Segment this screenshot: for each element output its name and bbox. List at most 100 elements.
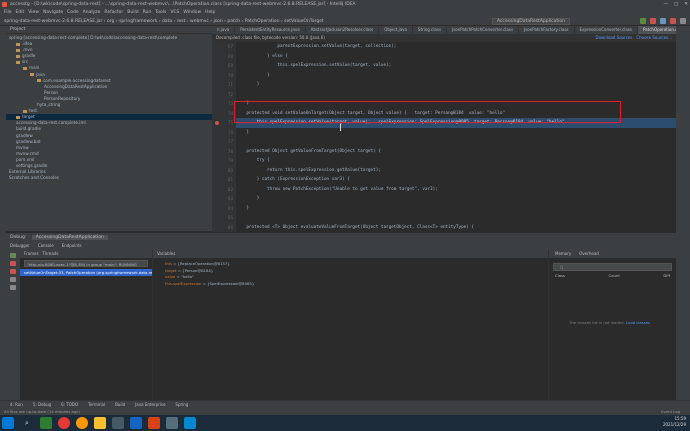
code-line[interactable]: throw new PatchException("Unable to get … [236, 185, 676, 195]
intellij-icon[interactable] [148, 417, 160, 429]
code-line[interactable] [236, 90, 676, 100]
choose-sources-link[interactable]: Choose Sources... [636, 35, 672, 40]
vscode-icon[interactable] [184, 417, 196, 429]
thread-select[interactable]: "http-nio-8080-exec-1"@8,384 in group "m… [24, 260, 148, 267]
tree-item-label: AccessingDataRestApplication [44, 83, 108, 89]
file-explorer-icon[interactable] [94, 417, 106, 429]
overhead-tab[interactable]: Overhead [579, 250, 599, 258]
menu-item[interactable]: Help [205, 9, 215, 17]
code-line[interactable]: } else { [236, 52, 676, 62]
app-icon[interactable] [166, 417, 178, 429]
editor-tab[interactable]: String.class [413, 26, 448, 34]
menu-item[interactable]: Navigate [43, 9, 63, 17]
minimize-button[interactable]: — [663, 0, 668, 9]
tool-window-button[interactable]: 6: TODO [61, 401, 78, 408]
menu-item[interactable]: Analyze [83, 9, 101, 17]
debug-session-tab[interactable]: AccessingDataRestApplication [31, 235, 108, 240]
code-line[interactable]: } [236, 71, 676, 81]
editor-tab[interactable]: JsonPatchPatchConverter.class [447, 26, 520, 34]
tool-window-button[interactable]: Build [115, 401, 125, 408]
class-column[interactable]: Class [555, 273, 565, 279]
firefox-icon[interactable] [76, 417, 88, 429]
project-panel-header[interactable]: Project [6, 26, 212, 34]
breadcrumb[interactable]: spring-data-rest-webmvc-2.6.8.RELEASE.ja… [4, 19, 324, 24]
start-menu-icon[interactable] [2, 417, 14, 429]
tree-item-label: PersonRepository [44, 95, 81, 101]
menu-item[interactable]: Build [127, 9, 138, 17]
menu-item[interactable]: View [28, 9, 39, 17]
run-config-select[interactable]: AccessingDataRestApplication [491, 18, 570, 25]
tool-window-button[interactable]: Java Enterprise [135, 401, 165, 408]
tree-item[interactable]: Scratches and Consoles [6, 175, 212, 181]
code-line[interactable]: } [236, 80, 676, 90]
editor-tab[interactable]: AbstractJackson2Resolver.class [306, 26, 380, 34]
taskbar-clock[interactable]: 15:59 2021/12/29 [663, 416, 686, 428]
code-line[interactable]: parentExpression.setValue(target, collec… [236, 42, 676, 52]
menu-item[interactable]: Edit [16, 9, 25, 17]
settings-icon[interactable] [10, 285, 16, 290]
variable-row[interactable]: this.spelExpression = {SpelExpression@80… [153, 281, 548, 288]
editor-tab[interactable]: Object.java [379, 26, 413, 34]
close-button[interactable]: ✕ [684, 0, 688, 9]
app-icon[interactable] [130, 417, 142, 429]
code-line[interactable] [236, 137, 676, 147]
tool-window-button[interactable]: Terminal [88, 401, 105, 408]
code-line[interactable]: return this.spelExpression.getValue(targ… [236, 166, 676, 176]
code-editor[interactable]: parentExpression.setValue(target, collec… [236, 42, 676, 232]
menu-item[interactable]: Code [67, 9, 79, 17]
editor-tab[interactable]: n.java [212, 26, 236, 34]
task-view-icon[interactable] [40, 417, 52, 429]
code-line[interactable] [236, 213, 676, 223]
code-line[interactable]: protected <T> Object evaluateValueFromTa… [236, 223, 676, 233]
frames-tab[interactable]: Frames [24, 251, 39, 256]
run-icon[interactable] [640, 18, 646, 24]
editor-tab[interactable]: PersistentEntityResource.java [235, 26, 306, 34]
code-line[interactable]: try { [236, 156, 676, 166]
resume-icon[interactable] [10, 253, 16, 258]
stop-icon[interactable] [10, 261, 16, 266]
code-line[interactable]: } catch (ExpressionException var3) { [236, 175, 676, 185]
menu-item[interactable]: Tools [155, 9, 166, 17]
code-line[interactable]: } [236, 204, 676, 214]
search-icon[interactable]: ⌕ [20, 417, 34, 429]
code-line[interactable]: } [236, 194, 676, 204]
code-line[interactable]: } [236, 128, 676, 138]
menu-item[interactable]: VCS [170, 9, 179, 17]
editor-tab[interactable]: PatchOperation.class [637, 26, 676, 34]
event-log-button[interactable]: Event Log [661, 408, 680, 415]
code-line[interactable]: this.spelExpression.setValue(target, val… [236, 61, 676, 71]
threads-tab[interactable]: Threads [42, 251, 58, 256]
search-icon[interactable] [680, 18, 686, 24]
count-column[interactable]: Count [609, 273, 620, 279]
editor-tab[interactable]: JsonPatchFactory.class [519, 26, 575, 34]
debug-tab[interactable]: Debugger [10, 241, 30, 250]
menu-item[interactable]: Run [143, 9, 152, 17]
stop-icon[interactable] [670, 18, 676, 24]
line-number-gutter[interactable]: 67 68 69 70 71 72 73 74 75 76 77 78 79 80 81 82 83 84 85 86… [212, 42, 236, 232]
menu-item[interactable]: Refactor [104, 9, 123, 17]
code-line[interactable]: protected Object getValueFromTarget(Obje… [236, 147, 676, 157]
load-classes-link[interactable]: Load classes [626, 320, 650, 325]
breakpoints-icon[interactable] [10, 269, 16, 274]
menu-item[interactable]: File [4, 9, 12, 17]
coverage-icon[interactable] [660, 18, 666, 24]
class-search-input[interactable]: Q [553, 263, 672, 271]
stack-frame[interactable]: setValueOnTarget:33, PatchOperation (org… [20, 269, 152, 276]
maximize-button[interactable]: □ [674, 0, 678, 9]
editor-tab[interactable]: ExpressionConverter.class [575, 26, 638, 34]
tool-window-button[interactable]: Spring [175, 401, 188, 408]
download-sources-link[interactable]: Download Sources [596, 35, 633, 40]
debug-label: Debug: [10, 235, 27, 240]
chrome-icon[interactable] [58, 417, 70, 429]
app-icon[interactable] [112, 417, 124, 429]
tool-window-button[interactable]: 5: Debug [33, 401, 51, 408]
breakpoint-icon[interactable] [215, 120, 219, 125]
tool-window-button[interactable]: 4: Run [10, 401, 23, 408]
menu-item[interactable]: Window [183, 9, 201, 17]
debug-tab[interactable]: Console [38, 241, 54, 250]
debug-icon[interactable] [650, 18, 656, 24]
debug-tab[interactable]: Endpoints [62, 241, 82, 250]
memory-tab[interactable]: Memory [555, 250, 571, 258]
mute-breakpoints-icon[interactable] [10, 277, 16, 282]
diff-column[interactable]: Diff [663, 273, 670, 279]
